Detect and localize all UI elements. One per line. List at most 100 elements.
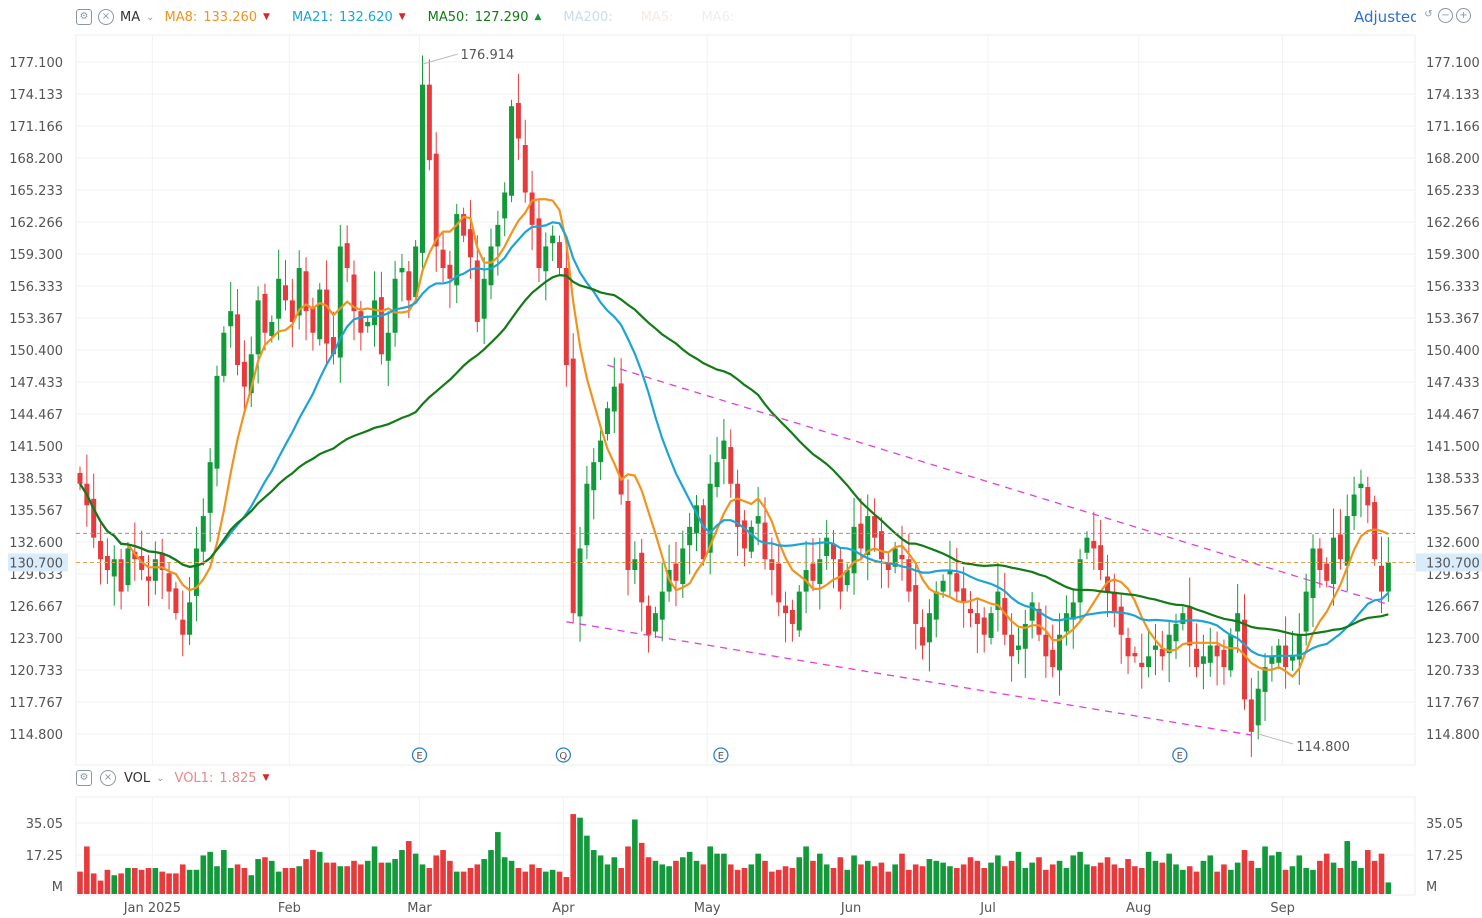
volume-bar [1372,861,1378,894]
volume-bar [1283,870,1289,894]
candle-body [1139,663,1144,667]
candle-body [269,322,274,336]
volume-bar [892,864,898,894]
candle-body [215,376,220,469]
volume-bar [77,872,83,894]
candle-body [112,559,117,576]
volume-bar [625,846,631,894]
y-tick-right: 156.333 [1426,280,1480,295]
candle-body [208,462,213,513]
candle-body [1174,624,1179,641]
candle-body [605,408,610,434]
y-tick-left: 126.667 [9,600,63,615]
volume-bar [180,864,186,894]
candle-body [434,154,439,247]
volume-bar [1187,866,1193,894]
x-tick: Jun [840,901,861,916]
candle-body [742,520,747,548]
y-tick-right: 162.266 [1426,216,1480,231]
candle-body [1317,548,1322,570]
y-tick-left: 147.433 [9,376,63,391]
high-annotation-leader [423,54,458,64]
volume-bar [91,873,97,894]
volume-bar [975,861,981,894]
volume-bar [927,859,933,894]
vol-y-tick-left: 35.05 [26,817,63,832]
volume-bar [1338,868,1344,894]
event-marker-label: E [1177,751,1183,762]
volume-bar [666,866,672,894]
volume-bar [173,873,179,894]
candle-body [735,484,740,527]
volume-bar [1023,868,1029,894]
volume-bar [187,870,193,894]
volume-bar [427,868,433,894]
volume-bar [701,864,707,894]
candle-body [1098,545,1103,570]
candle-body [523,145,528,192]
candle-body [1358,484,1363,488]
volume-bar [1016,852,1022,894]
candle-body [1386,562,1391,591]
candle-body [495,225,500,247]
volume-bar [214,866,220,894]
y-tick-left: 117.767 [9,696,63,711]
x-tick: Aug [1126,901,1151,916]
volume-bar [1180,870,1186,894]
y-tick-left: 120.733 [9,664,63,679]
candle-body [612,387,617,412]
volume-bar [447,861,453,894]
vol-y-tick-left: M [52,880,63,895]
volume-bar [331,863,337,894]
x-tick: Apr [552,901,575,916]
volume-bar [981,868,987,894]
candle-body [379,297,384,354]
candle-body [276,279,281,319]
y-tick-right: 138.533 [1426,472,1480,487]
volume-bar [324,863,330,894]
candle-body [221,333,226,376]
candle-body [783,606,788,614]
volume-bar [1029,863,1035,894]
volume-bar [1255,868,1261,894]
volume-bar [529,864,535,894]
candle-body [1187,607,1192,646]
candle-body [1242,620,1247,700]
volume-bar [694,861,700,894]
volume-bar [1207,855,1213,894]
candle-body [345,243,350,268]
low-annotation: 114.800 [1296,740,1350,755]
volume-bar [1351,861,1357,894]
candle-body [728,447,733,484]
volume-bar [139,870,145,894]
candle-body [1276,646,1281,663]
candle-body [1290,656,1295,660]
candle-body [989,613,994,638]
candle-body [797,592,802,631]
volume-bar [1221,864,1227,894]
candle-body [427,85,432,161]
volume-bar [769,872,775,894]
candle-body [673,564,678,581]
volume-bar [105,870,111,894]
candle-body [1208,646,1213,663]
volume-bar [420,864,426,894]
price-chart[interactable]: 177.100177.100174.133174.133171.166171.1… [0,0,1482,918]
candle-body [584,484,589,545]
y-tick-left: 162.266 [9,216,63,231]
volume-bar [536,868,542,894]
volume-bar [1262,846,1268,894]
volume-bar [612,857,618,894]
y-tick-right: 153.367 [1426,312,1480,327]
y-tick-right: 114.800 [1426,728,1480,743]
candle-body [646,606,651,635]
candle-body [1132,653,1137,656]
candle-body [283,285,288,300]
volume-bar [817,854,823,894]
y-tick-right: 177.100 [1426,56,1480,71]
low-annotation-leader [1258,734,1293,744]
volume-bar [1160,863,1166,894]
volume-bar [379,863,385,894]
candle-body [1030,602,1035,620]
candle-body [324,290,329,344]
